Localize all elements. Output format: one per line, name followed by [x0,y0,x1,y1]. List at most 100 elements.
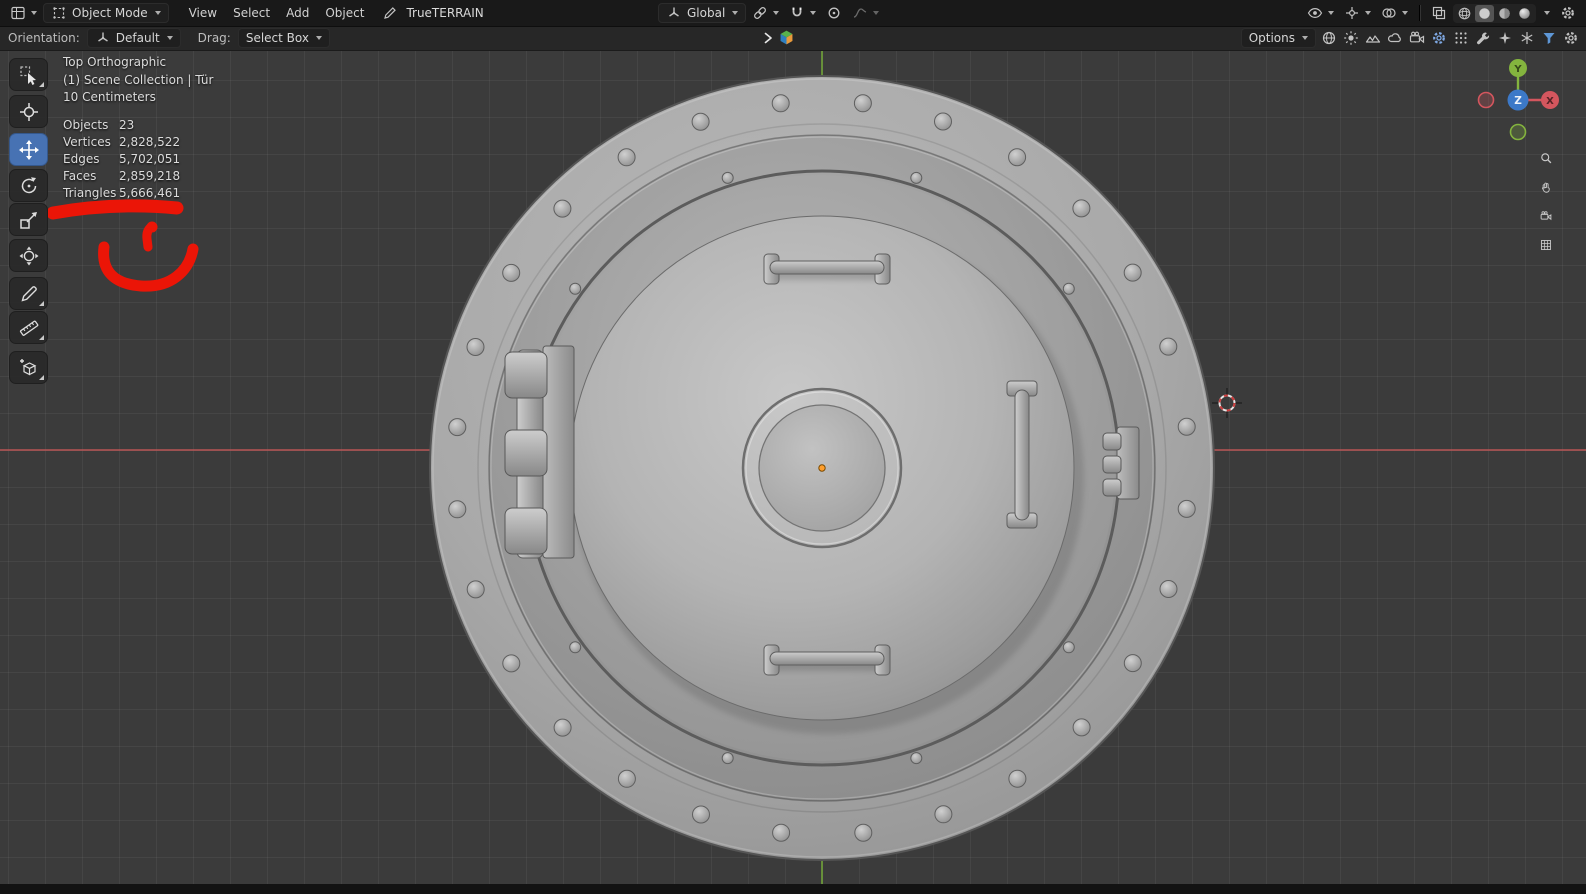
tools-toggle[interactable] [1474,29,1492,47]
eye-icon [1307,7,1323,19]
shading-rendered-button[interactable] [1515,5,1534,22]
tool-add-cube[interactable] [9,351,48,384]
shading-options-dropdown[interactable] [1538,9,1554,17]
object-visibility-dropdown[interactable] [1303,3,1338,23]
chevron-down-icon [1328,11,1334,15]
context-label: (1) Scene Collection | Tür [63,72,214,87]
gizmo-y-negative[interactable] [1509,123,1527,141]
drag-dropdown[interactable]: Select Box [237,28,330,48]
viewport-editor-icon [11,6,25,20]
hand-icon [1542,182,1550,193]
sparkle-toggle[interactable] [1496,29,1514,47]
gizmo-z-label: Z [1514,95,1522,107]
chevron-down-icon [1365,11,1371,15]
terrain-icon [1365,35,1381,43]
tool-rotate[interactable] [9,169,48,202]
hatch-door-object[interactable] [0,50,1586,884]
cursor-icon [19,102,38,121]
gizmo-y-label: Y [1513,64,1522,75]
cloud-icon [1387,33,1401,43]
menu-add[interactable]: Add [278,3,317,23]
snap-toggle-button[interactable] [748,3,783,23]
chevron-down-icon [315,36,322,40]
proportional-editing-toggle[interactable] [822,3,846,23]
menu-view[interactable]: View [181,3,225,23]
material-sphere-icon [1499,7,1510,19]
tool-measure[interactable] [9,311,48,344]
status-strip [0,884,1586,894]
topbar-center: Global [658,0,883,26]
snow-toggle[interactable] [1518,29,1536,47]
chevron-down-icon [31,11,37,15]
zoom-button[interactable] [1534,146,1558,170]
drag-label: Drag: [197,31,231,45]
camera-toggle[interactable] [1408,29,1426,47]
orientation-dropdown[interactable]: Default [86,28,181,48]
chevron-down-icon [873,11,880,15]
move-icon [18,139,39,160]
menu-bar: View Select Add Object [181,3,373,23]
overlay-settings-toggle[interactable] [1562,29,1580,47]
show-overlays-dropdown[interactable] [1377,3,1412,23]
unit-label: 10 Centimeters [63,90,156,104]
stat-row: Faces 2,859,218 [63,168,181,183]
shading-material-button[interactable] [1495,5,1514,22]
drag-value-label: Select Box [245,31,309,45]
funnel-blue-icon [1543,33,1555,44]
camera-icon [1540,211,1552,221]
xray-toggle[interactable] [1427,3,1451,23]
shading-wireframe-button[interactable] [1455,5,1474,22]
overlays-icon [1382,8,1396,18]
filter-toggle[interactable] [1540,29,1558,47]
chevron-down-icon [154,11,161,15]
chevron-down-icon [773,11,780,15]
topbar-left: Object Mode View Select Add Object TrueT… [6,0,484,26]
magnifier-icon [1541,153,1552,164]
cloud-toggle[interactable] [1386,29,1404,47]
camera-view-button[interactable] [1534,204,1558,228]
addon-label: TrueTERRAIN [406,6,484,20]
terrain-toggle[interactable] [1364,29,1382,47]
collapsed-panel-header[interactable] [762,29,795,46]
wrench-icon [1477,32,1490,45]
world-toggle[interactable] [1320,29,1338,47]
viewport-settings-button[interactable] [1556,3,1580,23]
falloff-curve-icon [854,8,867,18]
gizmo-x-negative[interactable] [1477,91,1495,109]
orientation-label: Orientation: [8,31,80,45]
tt-settings-toggle[interactable] [1430,29,1448,47]
solid-sphere-icon [1479,7,1490,19]
tool-move[interactable] [9,133,48,166]
grid-view-button[interactable] [1534,233,1558,257]
shading-solid-button[interactable] [1475,4,1494,22]
navigation-axis-gizmo[interactable]: Y X Z [1473,55,1563,145]
falloff-dropdown[interactable] [848,3,883,23]
grid-dots-toggle[interactable] [1452,29,1470,47]
pan-button[interactable] [1534,175,1558,199]
editor-type-button[interactable] [6,3,41,23]
hinge-right-catch [1102,426,1140,500]
cursor-3d[interactable] [1209,385,1245,421]
movie-camera-icon [1409,31,1425,44]
tool-transform[interactable] [9,239,48,272]
annotate-pen-icon [20,285,37,302]
tool-annotate[interactable] [9,277,48,310]
menu-select[interactable]: Select [225,3,278,23]
tool-select-box[interactable] [9,58,48,91]
scene-statistics: Objects 23 Vertices 2,828,522 Edges 5,702,0… [63,117,213,202]
viewport-3d[interactable]: Top Orthographic (1) Scene Collection | … [0,50,1586,884]
object-mode-icon [53,7,65,19]
orientation-axes-icon [97,32,108,42]
sun-toggle[interactable] [1342,29,1360,47]
menu-object[interactable]: Object [317,3,372,23]
tool-scale[interactable] [9,203,48,236]
mode-dropdown[interactable]: Object Mode [43,3,169,23]
globe-icon [1322,31,1336,45]
snap-settings-dropdown[interactable] [785,3,820,23]
transform-orientation-dropdown[interactable]: Global [658,3,747,23]
tool-settings-right: Options [1240,26,1580,50]
tool-cursor[interactable] [9,95,48,128]
show-gizmos-dropdown[interactable] [1340,3,1375,23]
options-dropdown[interactable]: Options [1240,28,1316,48]
chevron-down-icon [810,11,817,15]
